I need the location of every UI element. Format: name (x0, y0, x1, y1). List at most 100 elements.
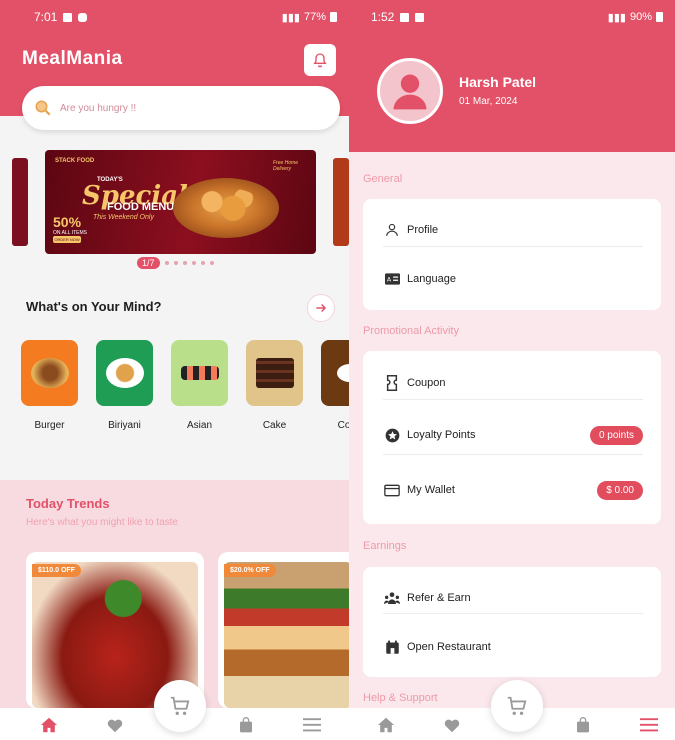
person-icon (386, 223, 398, 236)
view-all-categories-button[interactable] (307, 294, 335, 322)
carousel-dot (191, 261, 196, 265)
prev-banner[interactable] (12, 158, 28, 246)
carousel-dot (173, 261, 178, 265)
trends-subtitle: Here's what you might like to taste (26, 517, 178, 528)
general-card: Profile A Language (363, 199, 661, 310)
menu-refer-earn[interactable]: Refer & Earn (383, 584, 643, 612)
language-icon: A (384, 273, 400, 285)
loyalty-star-icon (385, 428, 399, 442)
divider (383, 613, 643, 614)
section-general: General (363, 173, 403, 185)
earnings-card: Refer & Earn Open Restaurant (363, 567, 661, 677)
next-banner[interactable] (333, 158, 349, 246)
avatar[interactable] (377, 58, 443, 124)
app-brand: MealMania (22, 48, 123, 69)
category-label: Cake (262, 420, 287, 431)
nav-orders[interactable] (573, 716, 593, 734)
signal-icon: ▮▮▮ (281, 11, 300, 24)
discount-badge: $110.0 OFF (32, 564, 81, 577)
banner-weekend: This Weekend Only (93, 214, 154, 221)
menu-label: Open Restaurant (407, 641, 491, 653)
cake-image (246, 340, 303, 406)
status-time: 7:01 (34, 10, 58, 24)
home-icon (41, 717, 57, 733)
coffee-image (321, 340, 349, 406)
menu-label: Profile (407, 224, 439, 236)
user-icon (393, 74, 427, 110)
burger-image (21, 340, 78, 406)
divider (383, 246, 643, 247)
menu-loyalty-points[interactable]: Loyalty Points 0 points (383, 421, 643, 449)
section-earnings: Earnings (363, 540, 407, 552)
nav-menu[interactable] (302, 716, 322, 734)
heart-icon (444, 719, 460, 733)
checkbox-icon (415, 12, 425, 22)
category-coffee[interactable]: Coffe (321, 340, 349, 431)
user-name: Harsh Patel (459, 74, 537, 90)
category-cake[interactable]: Cake (246, 340, 303, 431)
instagram-icon (78, 12, 88, 22)
gallery-icon (400, 12, 410, 22)
banner-slide[interactable]: STACK FOOD TODAY'S Special FOOD MENU Thi… (45, 150, 316, 254)
menu-label: My Wallet (407, 484, 455, 496)
shopping-bag-icon (240, 717, 252, 733)
nav-home[interactable] (39, 716, 59, 734)
menu-icon (303, 718, 321, 732)
menu-coupon[interactable]: Coupon (383, 369, 643, 397)
menu-wallet[interactable]: My Wallet $ 0.00 (383, 476, 643, 504)
search-icon (35, 100, 51, 116)
category-label: Burger (34, 420, 65, 431)
discount-badge: $20.0% OFF (224, 564, 276, 577)
banner-percent: 50% (53, 214, 82, 230)
svg-text:A: A (386, 277, 391, 284)
battery-icon (330, 12, 337, 22)
coupon-icon (386, 375, 398, 391)
search-input[interactable] (60, 102, 300, 114)
banner-brand: STACK FOOD (55, 158, 95, 164)
arrow-right-icon (316, 303, 327, 313)
carousel-dot (164, 261, 169, 265)
people-icon (384, 592, 400, 604)
cart-button[interactable] (491, 680, 543, 732)
trends-title: Today Trends (26, 496, 110, 511)
section-promotional: Promotional Activity (363, 325, 459, 337)
divider (383, 454, 643, 455)
nav-menu[interactable] (639, 716, 659, 734)
menu-profile[interactable]: Profile (383, 216, 643, 244)
home-screen: 7:01 ▮▮▮ 77% MealMania STACK FOOD TODAY'… (0, 0, 349, 740)
menu-label: Language (407, 273, 456, 285)
menu-icon (640, 718, 658, 732)
menu-label: Refer & Earn (407, 592, 471, 604)
user-date: 01 Mar, 2024 (459, 96, 518, 107)
menu-label: Coupon (407, 377, 446, 389)
today-trends-section: Today Trends Here's what you might like … (0, 480, 349, 710)
status-battery: 77% (303, 11, 326, 23)
nav-favourites[interactable] (442, 716, 462, 734)
nav-orders[interactable] (236, 716, 256, 734)
menu-open-restaurant[interactable]: Open Restaurant (383, 633, 643, 661)
food-platter-image (173, 178, 279, 238)
banner-carousel[interactable]: STACK FOOD TODAY'S Special FOOD MENU Thi… (0, 150, 349, 254)
carousel-indicator: 1/7 (137, 257, 214, 269)
category-asian[interactable]: Asian (171, 340, 228, 431)
gallery-icon (63, 12, 73, 22)
nav-favourites[interactable] (105, 716, 125, 734)
nav-home[interactable] (376, 716, 396, 734)
category-biriyani[interactable]: Biriyani (96, 340, 153, 431)
signal-icon: ▮▮▮ (607, 11, 626, 24)
carousel-dot (182, 261, 187, 265)
cart-button[interactable] (154, 680, 206, 732)
status-time: 1:52 (371, 10, 395, 24)
search-bar[interactable] (22, 86, 340, 130)
burger-dish-image (224, 562, 349, 708)
bell-icon (313, 53, 327, 68)
status-bar: 7:01 ▮▮▮ 77% (0, 0, 349, 34)
carousel-dot (200, 261, 205, 265)
notification-button[interactable] (304, 44, 336, 76)
menu-language[interactable]: A Language (383, 265, 643, 293)
status-bar: 1:52 ▮▮▮ 90% (349, 0, 675, 34)
restaurant-icon (385, 640, 399, 654)
trend-card[interactable]: $20.0% OFF (218, 552, 349, 708)
category-burger[interactable]: Burger (21, 340, 78, 431)
category-label: Asian (186, 420, 212, 431)
